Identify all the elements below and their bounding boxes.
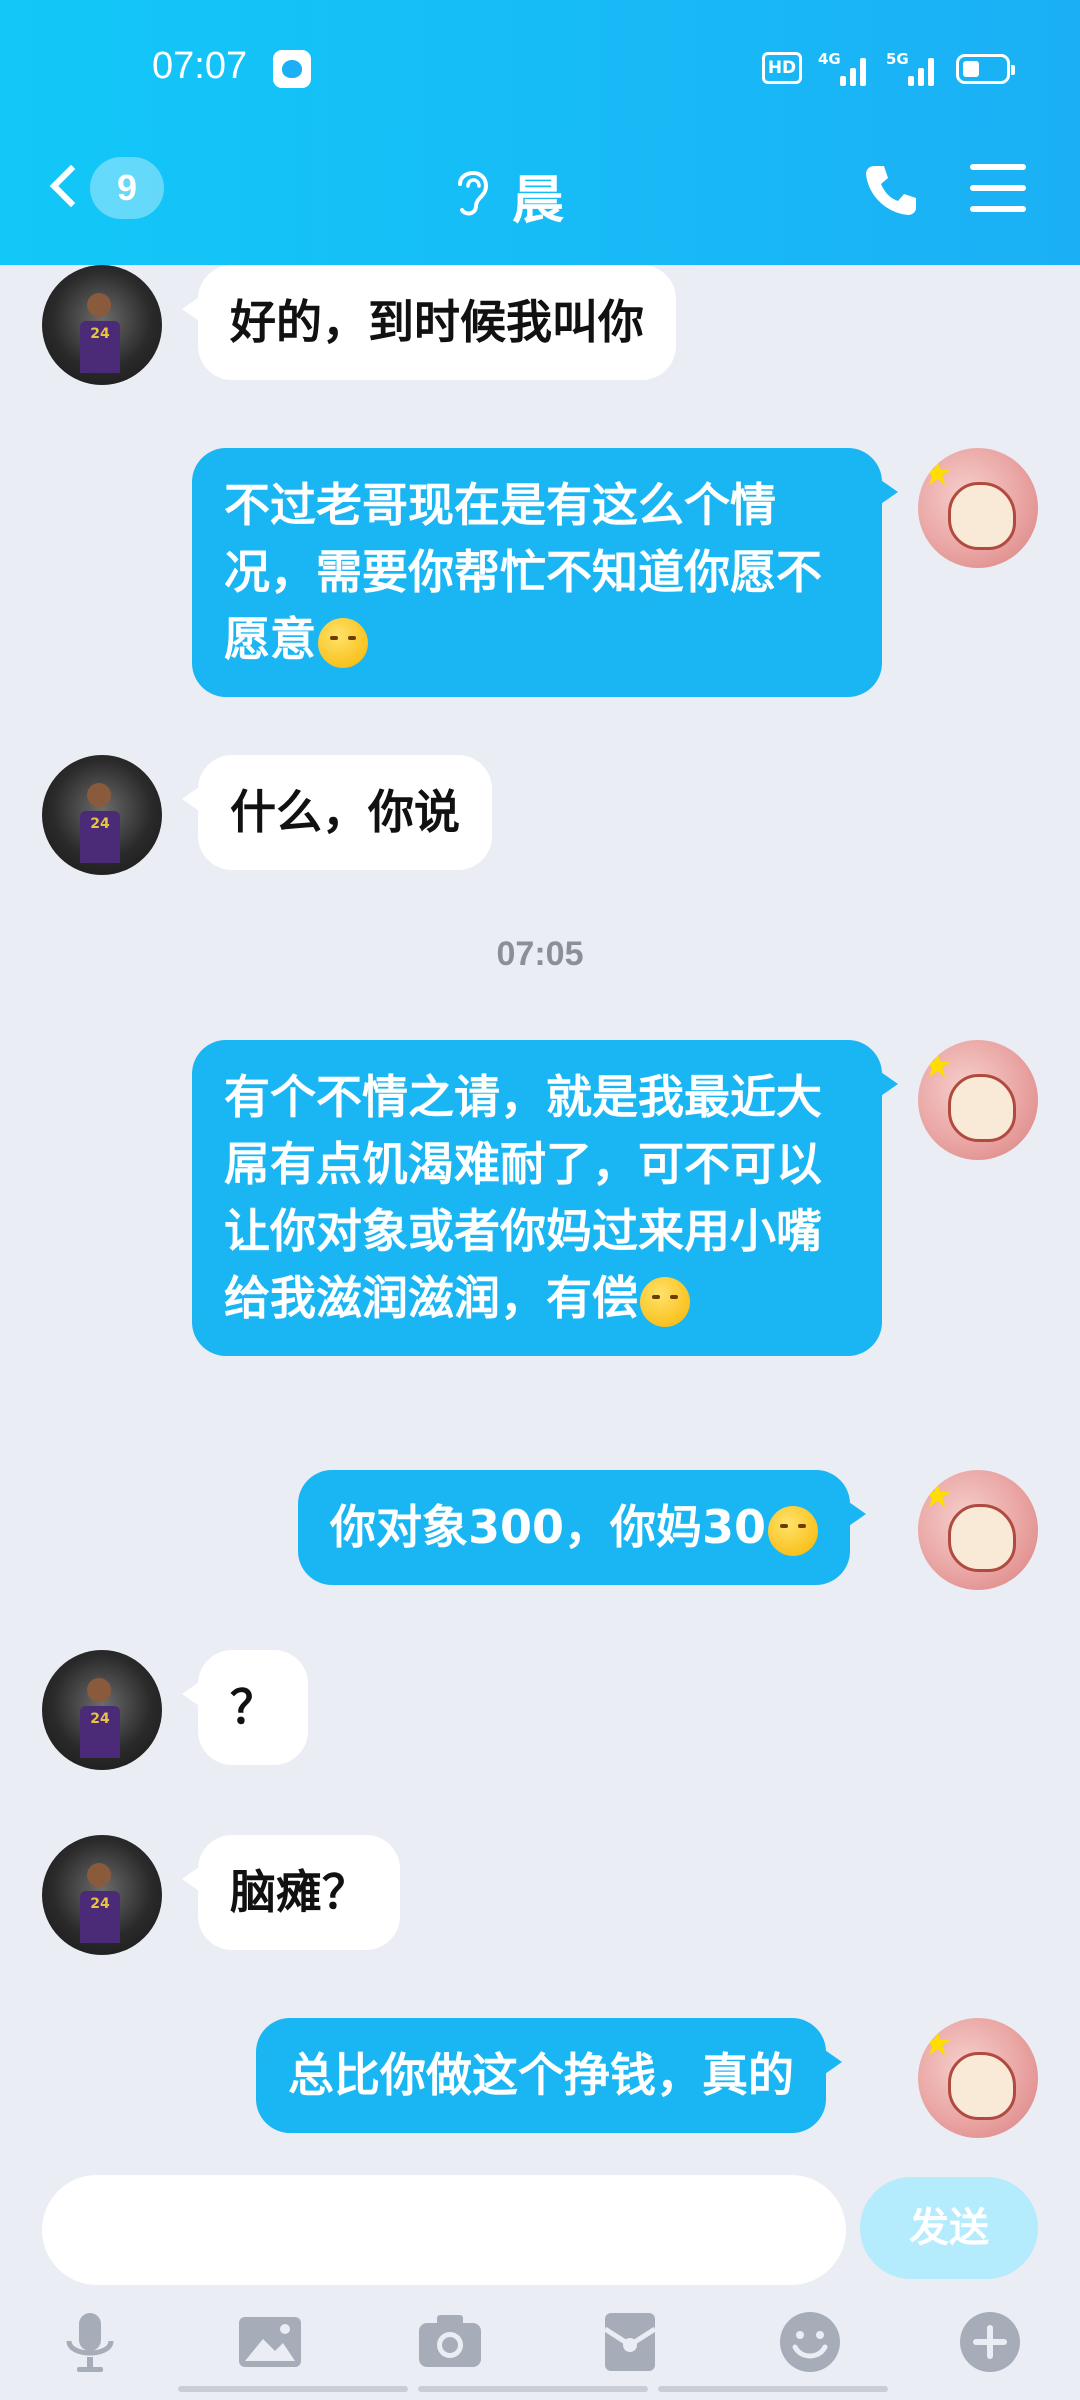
incoming-message[interactable]: 好的，到时候我叫你 xyxy=(182,265,676,380)
message-input[interactable] xyxy=(42,2175,846,2285)
contact-name[interactable]: 晨 xyxy=(512,158,564,233)
ear-icon[interactable] xyxy=(452,162,494,218)
message-timestamp: 07:05 xyxy=(496,935,584,973)
message-list[interactable]: 好的，到时候我叫你 不过老哥现在是有这么个情况，需要你帮忙不知道你愿不愿意 什么… xyxy=(0,265,1080,2165)
incoming-message[interactable]: 脑瘫？ xyxy=(182,1835,400,1950)
message-text: 你对象300，你妈30 xyxy=(330,1500,767,1554)
user-avatar[interactable] xyxy=(918,1040,1038,1160)
send-button[interactable]: 发送 xyxy=(860,2177,1038,2279)
hd-icon: HD xyxy=(762,52,802,84)
battery-icon xyxy=(956,54,1015,84)
message-text: ？ xyxy=(230,1680,276,1734)
message-text: 好的，到时候我叫你 xyxy=(230,295,644,349)
red-packet-icon[interactable] xyxy=(595,2307,665,2377)
back-button[interactable]: 9 xyxy=(40,155,170,225)
contact-avatar[interactable] xyxy=(42,755,162,875)
input-toolbar xyxy=(0,2295,1080,2400)
plus-icon[interactable] xyxy=(955,2307,1025,2377)
incoming-message[interactable]: 什么，你说 xyxy=(182,755,492,870)
message-text: 脑瘫？ xyxy=(230,1865,368,1919)
compose-bar: 发送 xyxy=(0,2165,1080,2295)
signal-gen-label: 4G xyxy=(818,50,841,68)
outgoing-message[interactable]: 有个不情之请，就是我最近大屌有点饥渴难耐了，可不可以让你对象或者你妈过来用小嘴给… xyxy=(192,1040,898,1356)
contact-avatar[interactable] xyxy=(42,265,162,385)
menu-icon[interactable] xyxy=(970,162,1026,214)
image-icon[interactable] xyxy=(235,2307,305,2377)
signal-icon: 5G xyxy=(886,50,938,86)
gesture-bar xyxy=(178,2386,898,2400)
emoji-icon[interactable] xyxy=(775,2307,845,2377)
baidu-icon xyxy=(273,50,311,88)
user-avatar[interactable] xyxy=(918,448,1038,568)
incoming-message[interactable]: ？ xyxy=(182,1650,308,1765)
message-text: 什么，你说 xyxy=(230,785,460,839)
camera-icon[interactable] xyxy=(415,2307,485,2377)
message-text: 有个不情之请，就是我最近大屌有点饥渴难耐了，可不可以让你对象或者你妈过来用小嘴给… xyxy=(224,1070,822,1325)
grin-emoji-icon xyxy=(640,1276,690,1327)
status-time: 07:07 xyxy=(152,45,248,87)
signal-icon: 4G xyxy=(818,50,870,86)
back-icon xyxy=(49,164,93,208)
outgoing-message[interactable]: 总比你做这个挣钱，真的 xyxy=(256,2018,842,2133)
outgoing-message[interactable]: 你对象300，你妈30 xyxy=(298,1470,867,1585)
user-avatar[interactable] xyxy=(918,1470,1038,1590)
microphone-icon[interactable] xyxy=(55,2307,125,2377)
signal-gen-label: 5G xyxy=(886,50,909,68)
message-text: 不过老哥现在是有这么个情况，需要你帮忙不知道你愿不愿意 xyxy=(224,478,822,666)
phone-icon[interactable] xyxy=(860,160,920,220)
pensive-emoji-icon xyxy=(318,617,368,668)
outgoing-message[interactable]: 不过老哥现在是有这么个情况，需要你帮忙不知道你愿不愿意 xyxy=(192,448,898,697)
message-text: 总比你做这个挣钱，真的 xyxy=(288,2048,794,2102)
contact-avatar[interactable] xyxy=(42,1835,162,1955)
grin-emoji-icon xyxy=(768,1505,819,1556)
unread-count-badge: 9 xyxy=(90,157,164,219)
contact-avatar[interactable] xyxy=(42,1650,162,1770)
user-avatar[interactable] xyxy=(918,2018,1038,2138)
chat-header: 07:07 HD 4G 5G 9 晨 xyxy=(0,0,1080,265)
